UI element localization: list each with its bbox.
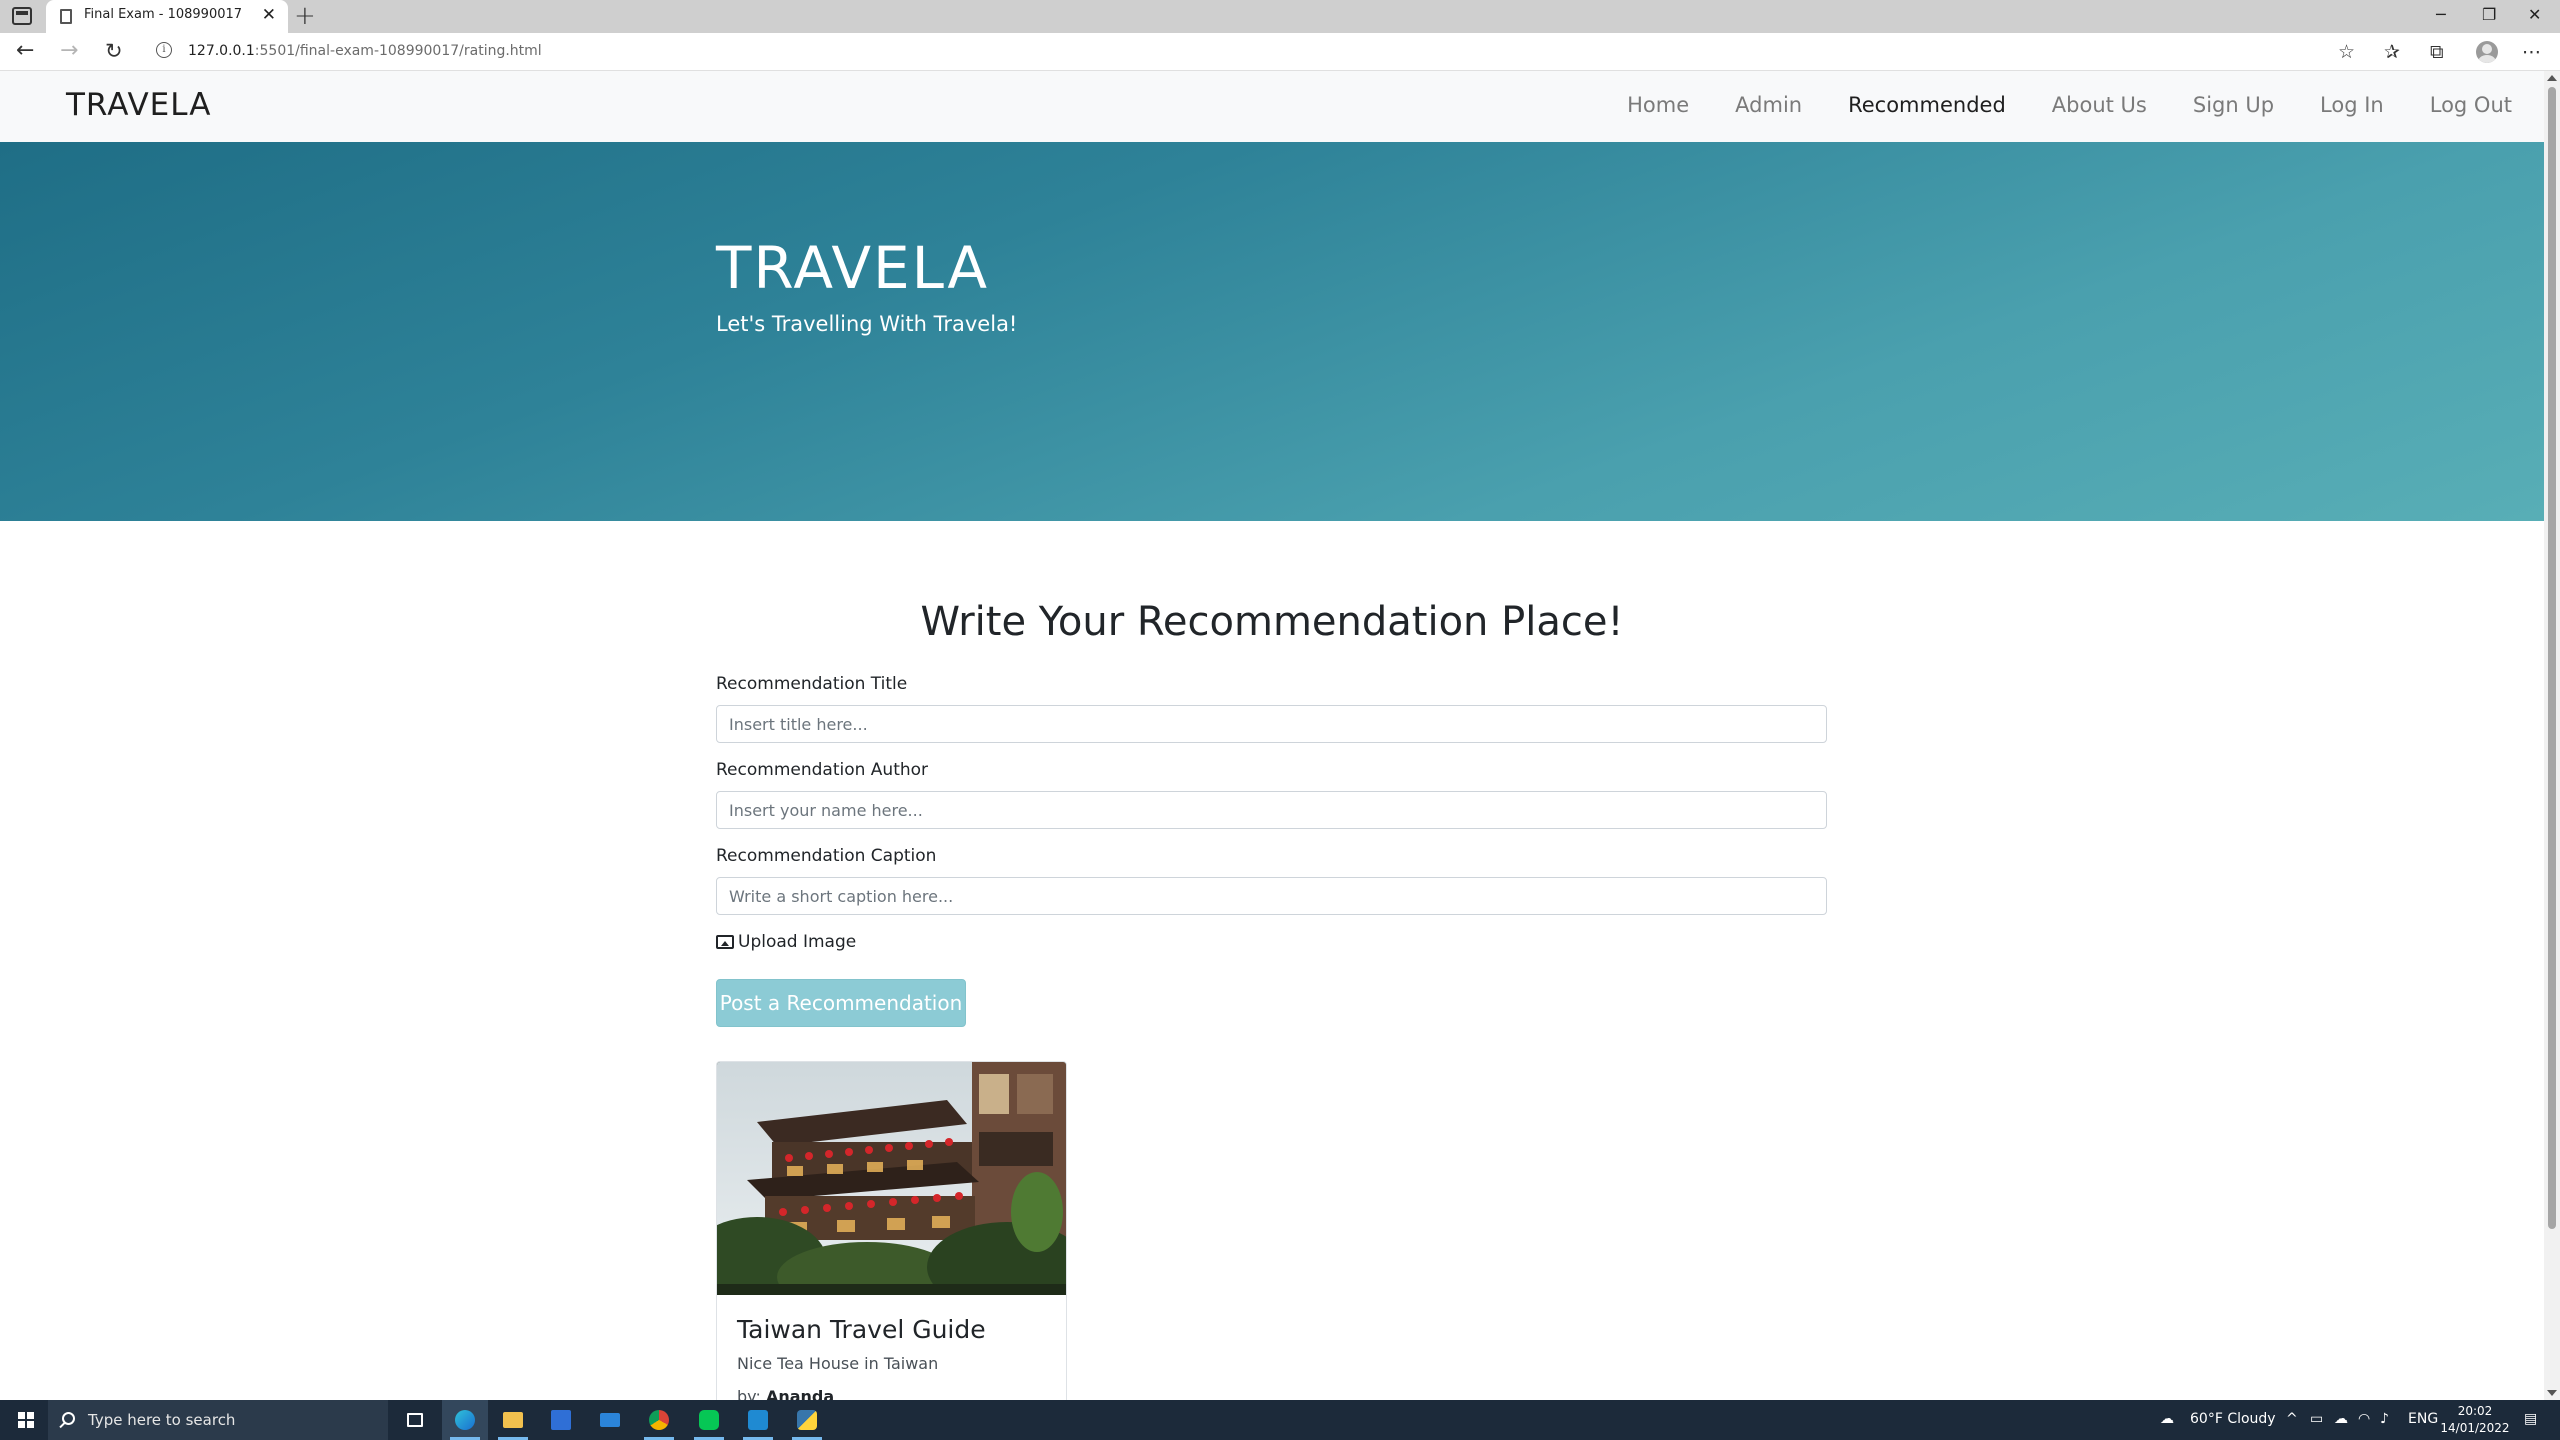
hero-subtitle: Let's Travelling With Travela! [716, 312, 1018, 336]
url-path: :5501/final-exam-108990017/rating.html [254, 43, 542, 59]
line-icon[interactable] [686, 1400, 732, 1440]
nav-links: Home Admin Recommended About Us Sign Up … [1581, 93, 2512, 117]
author-label: Recommendation Author [716, 760, 929, 780]
card-author-prefix: by: [737, 1387, 761, 1400]
back-icon[interactable]: ← [16, 38, 34, 64]
clock-time: 20:02 [2457, 1404, 2493, 1418]
volume-icon[interactable]: ♪ [2380, 1411, 2389, 1427]
browser-tab-bar: Final Exam - 108990017 ✕ + ─ ❐ ✕ [0, 0, 2560, 33]
onedrive-icon[interactable]: ☁ [2334, 1411, 2348, 1427]
favorites-icon[interactable]: ✰ [2384, 41, 2400, 63]
clock-date: 14/01/2022 [2440, 1421, 2510, 1435]
taskbar-search[interactable]: Type here to search [48, 1400, 388, 1440]
more-menu-icon[interactable]: ⋯ [2522, 41, 2541, 63]
hero-banner: TRAVELA Let's Travelling With Travela! [0, 142, 2544, 521]
nav-admin[interactable]: Admin [1735, 93, 1802, 117]
tab-close-icon[interactable]: ✕ [262, 5, 276, 25]
chrome-icon[interactable] [636, 1400, 682, 1440]
page-icon [60, 9, 72, 24]
windows-start-icon[interactable] [18, 1412, 34, 1428]
mail-icon[interactable] [587, 1400, 633, 1440]
author-input[interactable] [716, 791, 1827, 829]
python-icon[interactable] [784, 1400, 830, 1440]
taskbar-search-placeholder: Type here to search [88, 1411, 236, 1429]
weather-text[interactable]: 60°F Cloudy [2190, 1411, 2276, 1427]
minimize-icon[interactable]: ─ [2436, 3, 2446, 27]
site-navbar: TRAVELA Home Admin Recommended About Us … [0, 71, 2544, 142]
browser-tab[interactable]: Final Exam - 108990017 ✕ [46, 0, 288, 33]
task-view-icon[interactable] [392, 1400, 438, 1440]
restore-icon[interactable]: ❐ [2482, 3, 2496, 27]
weather-icon[interactable]: ☁ [2160, 1411, 2174, 1427]
form-heading: Write Your Recommendation Place! [920, 599, 1624, 645]
nav-log-out[interactable]: Log Out [2430, 93, 2512, 117]
window-close-icon[interactable]: ✕ [2528, 3, 2541, 27]
tab-actions-icon[interactable] [12, 7, 32, 25]
nav-home[interactable]: Home [1627, 93, 1689, 117]
search-icon [62, 1412, 75, 1425]
store-icon[interactable] [538, 1400, 584, 1440]
new-tab-button[interactable]: + [294, 1, 316, 31]
page-scrollbar[interactable] [2544, 71, 2560, 1400]
title-label: Recommendation Title [716, 674, 908, 694]
file-explorer-icon[interactable] [490, 1400, 536, 1440]
windows-taskbar: Type here to search ☁ 60°F Cloudy ^ ▭ ☁ … [0, 1400, 2560, 1440]
caption-input[interactable] [716, 877, 1827, 915]
add-favorite-icon[interactable]: ☆ [2338, 41, 2355, 63]
scroll-thumb[interactable] [2548, 87, 2556, 1229]
reload-icon[interactable]: ↻ [105, 38, 123, 64]
upload-label: Upload Image [738, 932, 857, 952]
scroll-down-icon[interactable] [2547, 1390, 2557, 1396]
post-recommendation-button[interactable]: Post a Recommendation [716, 979, 966, 1027]
scroll-up-icon[interactable] [2547, 75, 2557, 81]
card-image [717, 1062, 1066, 1295]
tea-house-photo [717, 1062, 1066, 1295]
tray-chevron-icon[interactable]: ^ [2286, 1411, 2298, 1427]
brand-logo[interactable]: TRAVELA [66, 87, 211, 123]
title-input[interactable] [716, 705, 1827, 743]
network-icon[interactable]: ◠ [2358, 1411, 2370, 1427]
upload-image-button[interactable]: Upload Image [716, 932, 856, 952]
card-author: by: Ananda [737, 1387, 834, 1400]
address-bar-row: ← → ↻ i 127.0.0.1:5501/final-exam-108990… [0, 33, 2560, 71]
card-caption: Nice Tea House in Taiwan [737, 1354, 939, 1373]
card-author-name: Ananda [765, 1387, 835, 1400]
hero-title: TRAVELA [716, 234, 989, 302]
collections-icon[interactable]: ⧉ [2430, 41, 2444, 63]
site-info-icon[interactable]: i [156, 42, 172, 58]
nav-recommended[interactable]: Recommended [1848, 93, 2006, 117]
nav-about-us[interactable]: About Us [2052, 93, 2147, 117]
profile-avatar[interactable] [2476, 41, 2498, 63]
meet-now-icon[interactable]: ▭ [2310, 1411, 2323, 1427]
tab-title: Final Exam - 108990017 [84, 7, 243, 22]
recommendation-card[interactable]: Taiwan Travel Guide Nice Tea House in Ta… [716, 1061, 1067, 1400]
url-host: 127.0.0.1 [188, 43, 255, 59]
language-indicator[interactable]: ENG [2408, 1411, 2438, 1427]
nav-sign-up[interactable]: Sign Up [2193, 93, 2274, 117]
caption-label: Recommendation Caption [716, 846, 937, 866]
edge-icon[interactable] [442, 1400, 488, 1440]
image-icon [716, 935, 734, 949]
notifications-icon[interactable]: ▤ [2524, 1411, 2537, 1427]
nav-log-in[interactable]: Log In [2320, 93, 2384, 117]
url-field[interactable]: 127.0.0.1:5501/final-exam-108990017/rati… [188, 43, 542, 59]
card-title: Taiwan Travel Guide [737, 1315, 986, 1344]
taskbar-clock[interactable]: 20:02 14/01/2022 [2440, 1403, 2510, 1437]
vscode-icon[interactable] [735, 1400, 781, 1440]
forward-icon[interactable]: → [60, 38, 78, 64]
page-viewport: TRAVELA Home Admin Recommended About Us … [0, 71, 2544, 1400]
